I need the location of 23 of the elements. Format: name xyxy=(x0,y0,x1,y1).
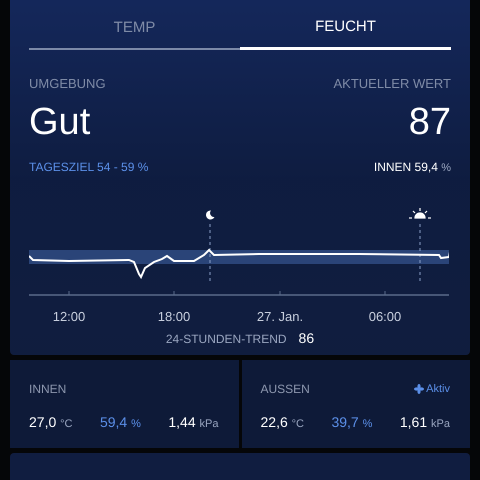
inside-reading: INNEN 59,4 % xyxy=(374,160,451,174)
status-label: Aktiv xyxy=(426,383,450,395)
axis-label: 06:00 xyxy=(368,309,402,324)
trend-label: 24-STUNDEN-TREND xyxy=(166,332,287,346)
status-text: Gut xyxy=(29,101,90,144)
trend-value: 86 xyxy=(298,330,314,346)
reading: 22,6 °C xyxy=(260,414,304,430)
axis-label: 18:00 xyxy=(158,309,190,324)
panel-title: AUSSEN xyxy=(260,382,310,396)
tab[interactable]: FEUCHT xyxy=(240,18,451,50)
axis-label: 27. Jan. xyxy=(256,309,304,324)
target-range: TAGESZIEL 54 - 59 % xyxy=(29,160,148,174)
reading: 39,7 % xyxy=(331,414,372,430)
axis-label: 12:00 xyxy=(52,309,86,324)
section-label: UMGEBUNG xyxy=(29,76,106,91)
panel-title: INNEN xyxy=(29,382,66,396)
current-value: 87 xyxy=(408,101,451,144)
tab[interactable]: TEMP xyxy=(29,18,240,50)
reading: 1,44 kPa xyxy=(168,414,218,430)
reading: 59,4 % xyxy=(100,414,141,430)
section-label: AKTUELLER WERT xyxy=(333,76,451,91)
reading: 1,61 kPa xyxy=(400,414,450,430)
reading: 27,0 °C xyxy=(29,414,72,430)
